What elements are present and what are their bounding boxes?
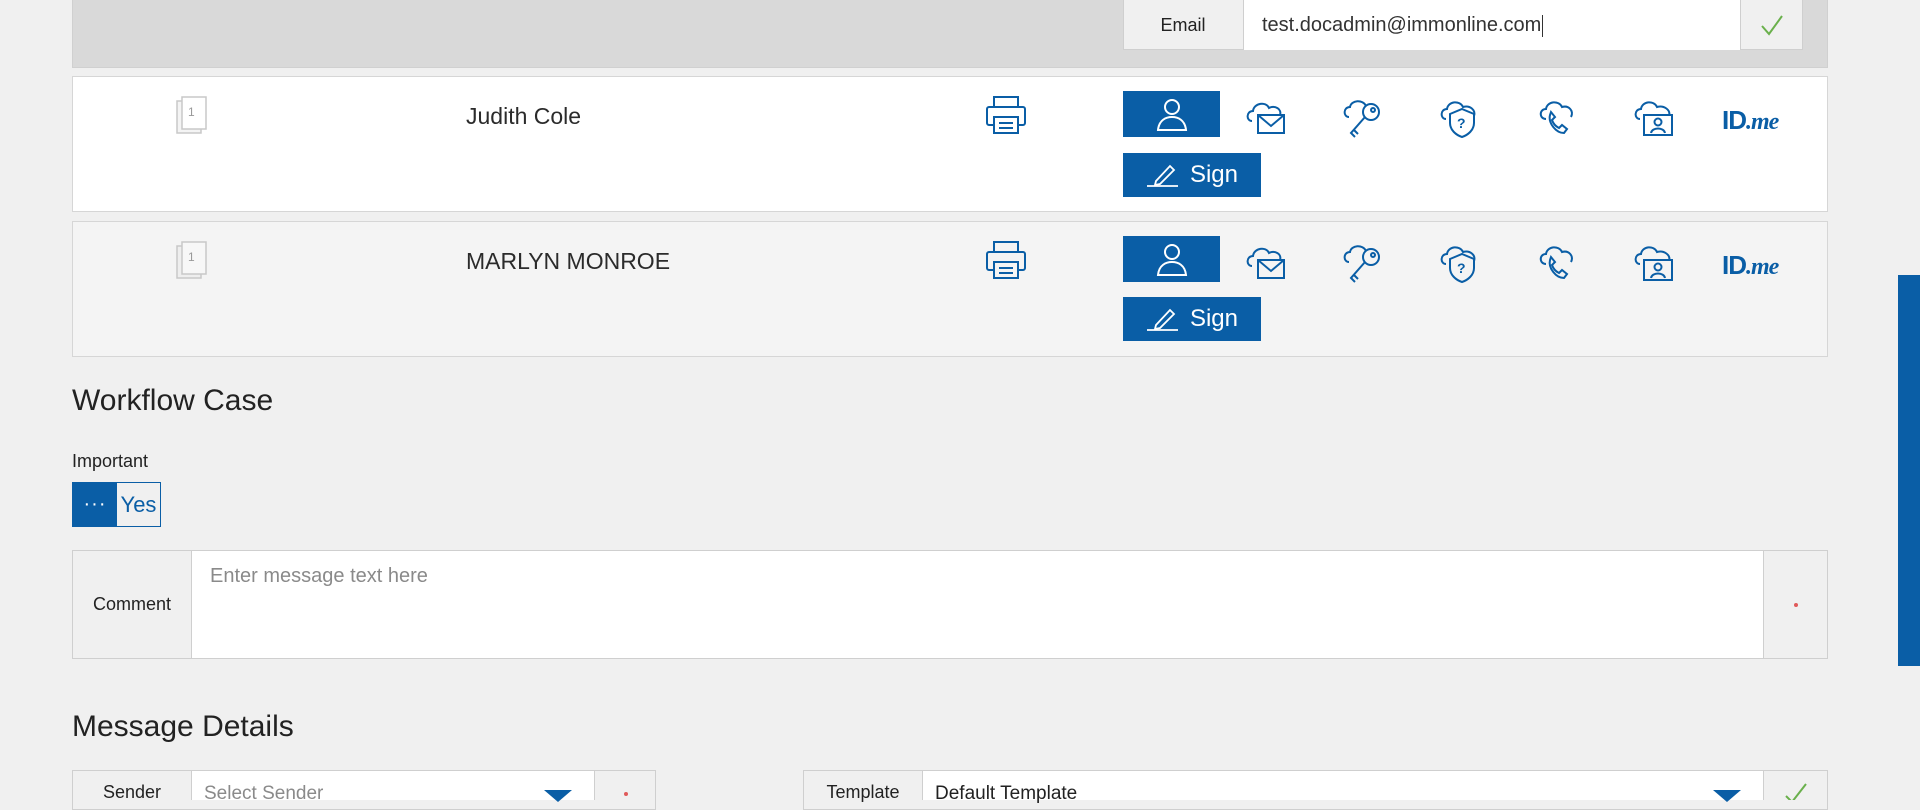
required-indicator (624, 792, 628, 796)
important-toggle[interactable]: ··· Yes (72, 482, 161, 527)
idme-logo[interactable]: ID.me (1722, 105, 1779, 136)
printer-icon[interactable] (984, 93, 1028, 137)
chevron-down-icon[interactable] (1713, 790, 1741, 802)
cloud-id-icon[interactable] (1632, 240, 1678, 286)
workflow-case-title: Workflow Case (72, 384, 274, 417)
pen-icon (1146, 164, 1178, 187)
template-select[interactable]: Default Template (922, 771, 1764, 804)
template-label: Template (826, 782, 900, 802)
printer-icon[interactable] (984, 238, 1028, 282)
person-auth-button[interactable] (1123, 236, 1220, 282)
email-input[interactable]: test.docadmin@immonline.com (1243, 0, 1741, 50)
comment-label: Comment (92, 594, 172, 614)
cloud-id-icon[interactable] (1632, 95, 1678, 141)
phone-icon[interactable] (1534, 95, 1580, 141)
toggle-dots[interactable]: ··· (73, 483, 117, 526)
person-auth-button[interactable] (1123, 91, 1220, 137)
svg-text:?: ? (1457, 260, 1466, 276)
signer-name: MARLYN MONROE (466, 248, 671, 274)
cloud-mail-icon[interactable] (1244, 95, 1290, 141)
pen-icon (1146, 308, 1178, 331)
shield-question-icon[interactable]: ? (1437, 95, 1483, 141)
chevron-down-icon[interactable] (544, 790, 572, 802)
page-count: 1 (188, 250, 195, 264)
sender-select[interactable]: Select Sender (191, 771, 595, 804)
comment-textarea[interactable]: Enter message text here (191, 551, 1764, 658)
email-valid-check-icon (1741, 0, 1803, 50)
email-value: test.docadmin@immonline.com (1262, 14, 1542, 36)
page-count: 1 (188, 105, 195, 119)
svg-text:?: ? (1457, 115, 1466, 131)
phone-icon[interactable] (1534, 240, 1580, 286)
message-details-title: Message Details (72, 710, 294, 743)
shield-question-icon[interactable]: ? (1437, 240, 1483, 286)
sign-button-label: Sign (1189, 161, 1239, 188)
idme-logo[interactable]: ID.me (1722, 250, 1779, 281)
email-label: Email (1160, 14, 1206, 35)
toggle-yes-option[interactable]: Yes (117, 483, 160, 526)
sign-button-label: Sign (1189, 305, 1239, 332)
sign-button[interactable]: Sign (1123, 153, 1261, 197)
cloud-mail-icon[interactable] (1244, 240, 1290, 286)
template-valid-check-icon (1784, 782, 1808, 805)
sign-button[interactable]: Sign (1123, 297, 1261, 341)
required-indicator (1794, 603, 1798, 607)
sender-label: Sender (102, 782, 162, 802)
signer-name: Judith Cole (466, 103, 582, 129)
important-label: Important (72, 451, 149, 471)
key-icon[interactable] (1340, 240, 1386, 286)
scrollbar-thumb[interactable] (1898, 275, 1920, 666)
text-caret (1542, 14, 1544, 37)
key-icon[interactable] (1340, 95, 1386, 141)
